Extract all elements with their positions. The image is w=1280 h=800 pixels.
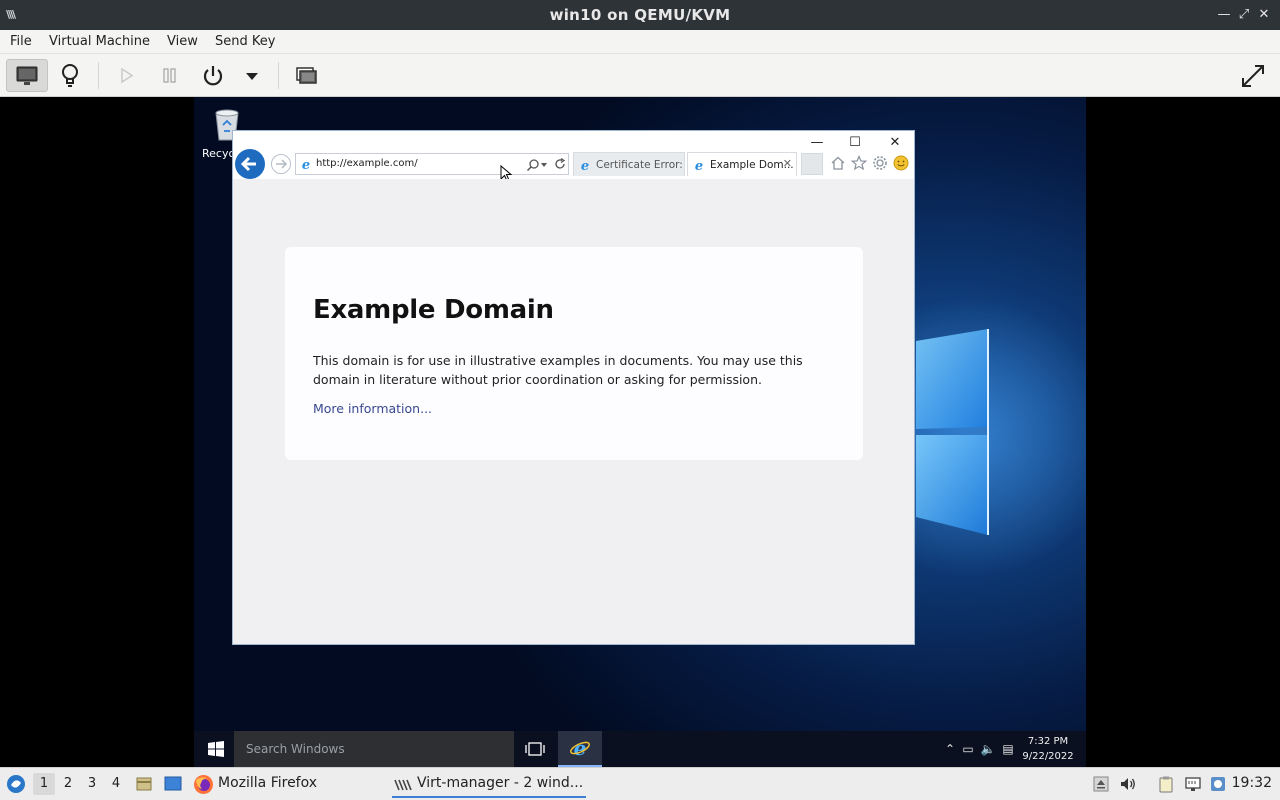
task-view-icon[interactable] [524,741,546,757]
tab-certificate-error[interactable]: e Certificate Error: ... [573,152,696,176]
snapshot-icon [296,67,317,84]
tab-label: Certificate Error: ... [596,159,697,171]
smiley-feedback-icon[interactable] [893,155,909,171]
forward-arrow-icon [276,159,288,169]
volume-icon[interactable]: 🔈 [980,741,996,757]
more-information-link[interactable]: More information... [313,401,432,416]
vm-title-bar: \\\\ win10 on QEMU/KVM — ⤢ ✕ [0,0,1280,30]
back-arrow-icon [240,156,256,172]
maximize-button[interactable]: ⤢ [1236,6,1252,24]
network-icon[interactable] [1184,775,1202,793]
taskbar-ie-button[interactable]: e [558,731,602,767]
address-bar[interactable]: e http://example.com/ [295,153,569,175]
workspace-3[interactable]: 3 [81,773,103,795]
toolbar [0,54,1280,97]
windows-taskbar: Search Windows e ⌃ ▭ 🔈 ▤ 7:32 PM 9/22/20… [194,731,1086,767]
volume-icon[interactable] [1119,775,1137,793]
address-dropdown-icon[interactable] [540,162,548,168]
menu-virtual-machine[interactable]: Virtual Machine [49,34,150,49]
workspace-1[interactable]: 1 [33,773,55,795]
clock-date: 9/22/2022 [1022,751,1074,762]
app-menu-icon[interactable] [6,774,26,794]
desktop-launcher-icon[interactable] [164,775,182,793]
ie-tab-icon: e [695,159,703,172]
address-input[interactable]: http://example.com/ [316,158,418,169]
toolbar-separator [278,62,279,89]
notification-icon[interactable] [1209,775,1227,793]
ie-maximize-button[interactable]: ☐ [845,134,865,152]
ie-window[interactable]: — ☐ ✕ e http://example.com/ e Certificat… [232,130,915,645]
power-icon [203,66,223,86]
tab-example-domain[interactable]: e Example Dom... ✕ [687,152,797,176]
shutdown-menu-button[interactable] [240,59,264,92]
menu-view[interactable]: View [167,34,198,49]
windows-start-icon[interactable] [208,741,224,757]
pause-button[interactable] [157,59,183,92]
menu-file[interactable]: File [10,34,32,49]
monitor-icon [16,66,38,85]
menu-send-key[interactable]: Send Key [215,34,275,49]
tab-close-icon[interactable]: ✕ [783,157,792,170]
new-tab-button[interactable] [801,153,823,175]
chevron-down-icon [246,73,258,80]
minimize-button[interactable]: — [1216,6,1232,24]
ie-minimize-button[interactable]: — [807,134,827,152]
windows-search-box[interactable]: Search Windows [234,731,514,767]
firefox-icon [194,775,213,794]
fullscreen-button[interactable] [1236,59,1270,92]
refresh-icon[interactable] [553,157,567,171]
svg-text:e: e [581,159,589,172]
files-launcher-icon[interactable] [135,775,153,793]
snapshots-button[interactable] [292,59,320,92]
task-label: Mozilla Firefox [218,775,318,791]
tab-label: Example Dom... [710,159,794,171]
ie-toolbar: — ☐ ✕ e http://example.com/ e Certificat… [233,131,914,182]
virt-manager-icon [394,779,412,791]
host-taskbar: 1 2 3 4 Mozilla Firefox Virt-manager - 2… [0,767,1280,800]
tray-eject-icon[interactable] [1092,775,1110,793]
web-page[interactable]: Example Domain This domain is for use in… [233,179,914,644]
ie-tab-icon: e [581,159,589,172]
svg-text:e: e [574,737,587,759]
shutdown-button[interactable] [198,59,228,92]
gear-icon[interactable] [872,155,888,171]
workspace-2[interactable]: 2 [57,773,79,795]
page-body-text: This domain is for use in illustrative e… [313,353,803,387]
search-icon[interactable] [526,158,540,172]
forward-button[interactable] [271,154,291,174]
ie-page-icon: e [302,158,310,171]
menu-bar: File Virtual Machine View Send Key [0,30,1280,54]
console-view-button[interactable] [6,59,48,92]
details-view-button[interactable] [56,59,84,92]
content-card: Example Domain This domain is for use in… [285,247,863,460]
window-title: win10 on QEMU/KVM [549,6,731,24]
task-mozilla-firefox[interactable]: Mozilla Firefox [193,771,378,798]
tray-chevron-up-icon[interactable]: ⌃ [942,741,958,757]
svg-text:e: e [302,158,310,171]
clock-time: 7:32 PM [1027,736,1069,747]
svg-text:e: e [695,159,703,172]
search-placeholder: Search Windows [246,742,345,756]
lightbulb-icon [62,64,78,87]
internet-explorer-icon: e [570,737,590,759]
workspace-4[interactable]: 4 [105,773,127,795]
clipboard-icon[interactable] [1157,775,1175,793]
play-icon [121,67,134,84]
home-icon[interactable] [830,155,846,171]
run-button[interactable] [114,59,140,92]
back-button[interactable] [235,149,265,179]
pause-icon [163,68,176,83]
page-heading: Example Domain [313,295,554,325]
host-clock[interactable]: 19:32 [1232,775,1272,791]
taskbar-clock[interactable]: 7:32 PM 9/22/2022 [1014,734,1082,764]
network-icon[interactable]: ▭ [960,741,976,757]
favorites-star-icon[interactable] [851,155,867,171]
toolbar-separator [98,62,99,89]
ie-close-button[interactable]: ✕ [885,134,905,152]
close-button[interactable]: ✕ [1256,6,1272,24]
task-label: Virt-manager - 2 wind... [417,775,584,791]
fullscreen-icon [1242,65,1264,87]
task-virt-manager[interactable]: Virt-manager - 2 wind... [392,771,586,798]
windows-logo-wallpaper [916,329,989,535]
